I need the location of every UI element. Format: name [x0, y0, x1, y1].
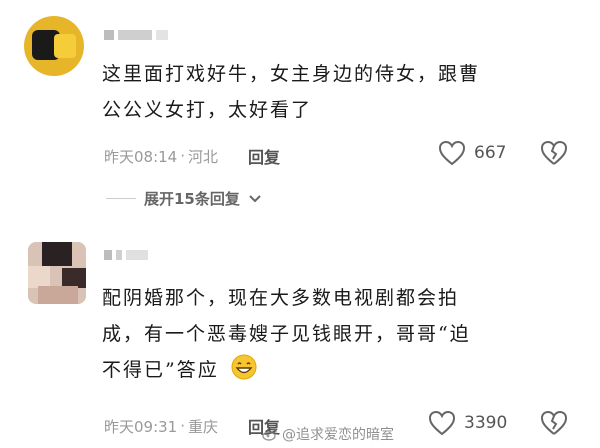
reply-button[interactable]: 回复: [248, 144, 280, 168]
broken-heart-icon: [540, 140, 568, 165]
comment-text-line: 成，有一个恶毒嫂子见钱眼开，哥哥“迫: [102, 323, 471, 345]
avatar[interactable]: [28, 242, 86, 304]
like-button[interactable]: 667: [438, 140, 506, 166]
heart-outline-icon: [438, 140, 466, 166]
meta-separator: ·: [180, 417, 186, 435]
dislike-button[interactable]: [540, 140, 568, 170]
chevron-down-icon: [249, 194, 261, 202]
comment-text: 这里面打戏好牛，女主身边的侍女，跟曹 公公义女打，太好看了: [102, 56, 572, 128]
divider-line: [106, 198, 136, 199]
username-blurred[interactable]: [104, 30, 168, 40]
dislike-button[interactable]: [540, 410, 568, 440]
username-blurred[interactable]: [104, 250, 148, 260]
meta-separator: ·: [180, 147, 186, 165]
comment-text: 配阴婚那个，现在大多数电视剧都会拍 成，有一个恶毒嫂子见钱眼开，哥哥“迫 不得已…: [102, 280, 572, 388]
heart-outline-icon: [428, 410, 456, 436]
comment-location: 河北: [188, 147, 219, 166]
comment-text-line-with-emoji: 不得已”答应: [102, 352, 572, 388]
comment-time: 昨天08:14: [104, 147, 178, 166]
comment-text-line: 这里面打戏好牛，女主身边的侍女，跟曹: [102, 63, 481, 85]
comment-text-line: 公公义女打，太好看了: [102, 99, 313, 121]
comment-item: 这里面打戏好牛，女主身边的侍女，跟曹 公公义女打，太好看了 昨天08:14 · …: [0, 0, 600, 230]
grinning-face-icon: [231, 354, 257, 380]
comment-meta: 昨天08:14 · 河北 回复: [104, 144, 280, 168]
comment-time: 昨天09:31: [104, 417, 178, 436]
comment-text-line: 不得已”答应: [102, 359, 219, 381]
comment-text-line: 配阴婚那个，现在大多数电视剧都会拍: [102, 287, 460, 309]
comment-location: 重庆: [188, 417, 219, 436]
watermark-text: @追求爱恋的暗室: [282, 427, 394, 443]
avatar[interactable]: [24, 16, 84, 76]
expand-replies-button[interactable]: 展开15条回复: [106, 188, 262, 209]
like-button[interactable]: 3390: [428, 410, 507, 436]
comment-meta: 昨天09:31 · 重庆 回复: [104, 414, 280, 438]
broken-heart-icon: [540, 410, 568, 435]
like-count: 667: [474, 143, 507, 163]
weibo-logo-icon: [262, 428, 277, 441]
like-count: 3390: [464, 413, 508, 433]
expand-replies-label: 展开15条回复: [144, 190, 240, 208]
comment-item: 配阴婚那个，现在大多数电视剧都会拍 成，有一个恶毒嫂子见钱眼开，哥哥“迫 不得已…: [0, 230, 600, 448]
watermark: @追求爱恋的暗室: [262, 424, 394, 444]
